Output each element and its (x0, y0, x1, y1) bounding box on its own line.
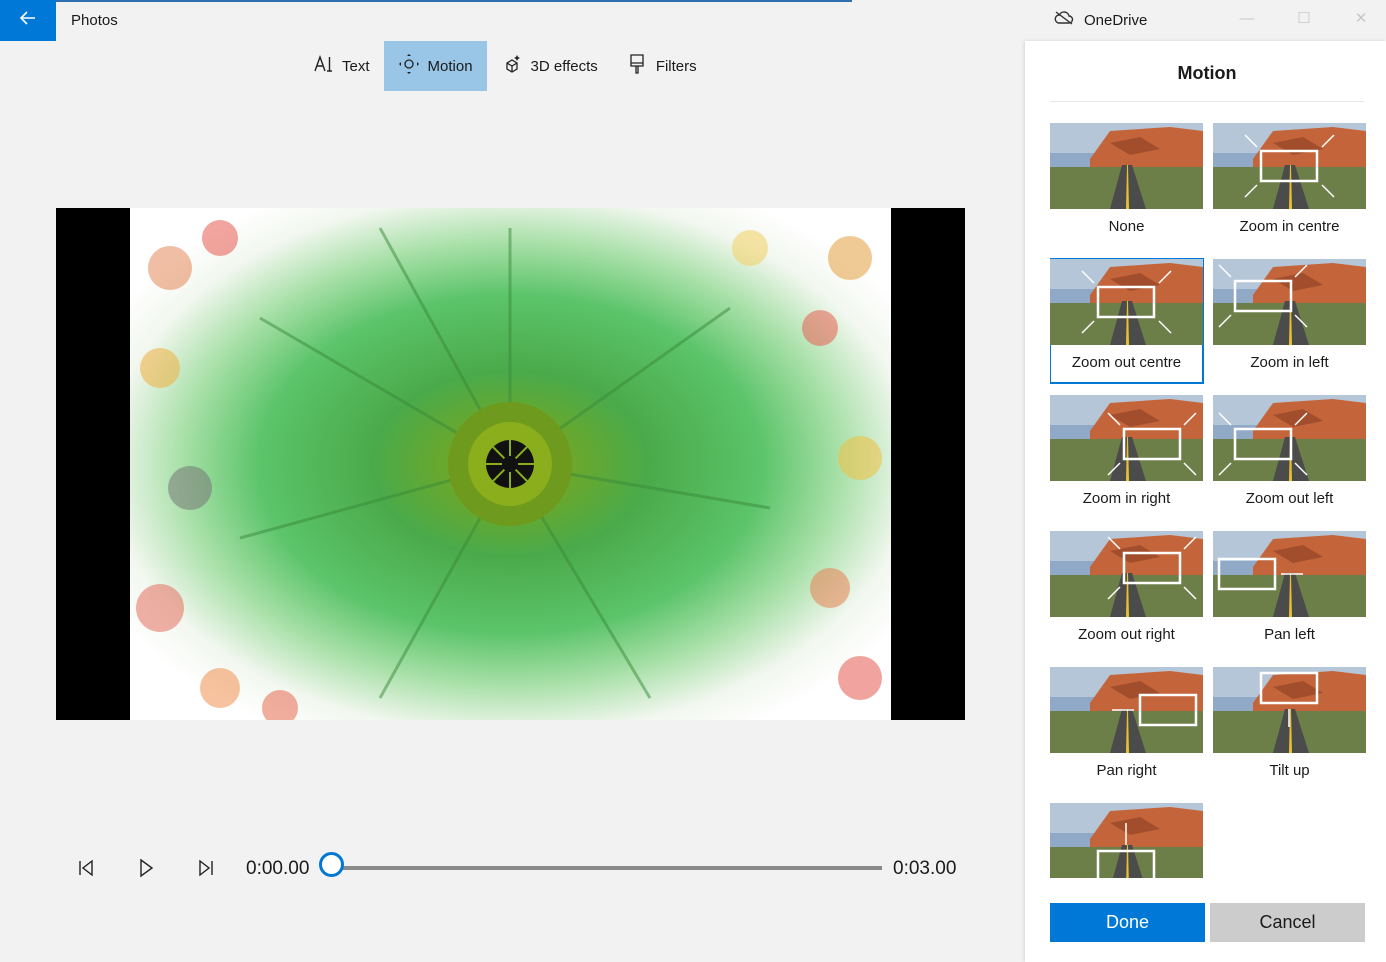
motion-option-label: Tilt up (1269, 762, 1310, 779)
motion-option-thumbnail (1213, 395, 1366, 481)
motion-option[interactable]: Pan left (1213, 531, 1366, 655)
filters-tab-label: Filters (655, 57, 697, 75)
motion-option-label: Zoom out centre (1071, 354, 1182, 371)
motion-option-label: None (1108, 218, 1145, 235)
motion-option-label: Zoom out left (1245, 490, 1334, 507)
motion-option-label: Pan right (1096, 762, 1157, 779)
play-button[interactable] (134, 856, 158, 880)
motion-option-label: Pan left (1264, 626, 1315, 643)
app-title: Photos (71, 12, 118, 29)
motion-option-thumbnail (1213, 259, 1366, 345)
motion-option[interactable]: Zoom out left (1213, 395, 1366, 519)
motion-option-thumbnail (1213, 667, 1366, 753)
motion-option-thumbnail (1050, 667, 1203, 753)
onedrive-status[interactable]: OneDrive (1054, 10, 1147, 30)
filters-tab[interactable]: Filters (612, 41, 711, 91)
panel-title: Motion (1177, 63, 1237, 83)
maximize-button[interactable]: ☐ (1295, 10, 1313, 28)
seek-thumb[interactable] (319, 852, 344, 877)
motion-option-thumbnail (1050, 123, 1203, 209)
panel-divider (1050, 101, 1364, 102)
motion-option-label: Zoom in left (1250, 354, 1329, 371)
text-tab-label: Text (342, 57, 370, 75)
video-preview (56, 208, 965, 720)
filters-icon (626, 53, 648, 79)
motion-panel: Motion None Zoom in centre Zoom out centre… (1025, 41, 1386, 962)
next-frame-button[interactable] (194, 856, 218, 880)
motion-option-thumbnail (1050, 395, 1203, 481)
current-time: 0:00.00 (246, 858, 310, 879)
motion-option[interactable]: Pan right (1050, 667, 1203, 791)
motion-option-thumbnail (1213, 123, 1366, 209)
arrow-left-icon (19, 9, 37, 32)
motion-option-thumbnail (1050, 803, 1203, 878)
onedrive-label: OneDrive (1084, 11, 1148, 29)
back-button[interactable] (0, 0, 56, 41)
motion-option[interactable]: Zoom in right (1050, 395, 1203, 519)
cancel-button[interactable]: Cancel (1210, 903, 1365, 942)
motion-option[interactable]: Zoom in left (1213, 259, 1366, 383)
cloud-offline-icon (1054, 10, 1074, 30)
motion-tab[interactable]: Motion (383, 41, 487, 91)
motion-icon (398, 53, 420, 79)
motion-option[interactable]: Zoom in centre (1213, 123, 1366, 247)
motion-option-label: Zoom in right (1082, 490, 1171, 507)
3d-effects-icon (501, 53, 523, 79)
previous-frame-button[interactable] (74, 856, 98, 880)
motion-option[interactable] (1050, 803, 1203, 878)
motion-option[interactable]: None (1050, 123, 1203, 247)
3d-effects-tab[interactable]: 3D effects (487, 41, 612, 91)
motion-option[interactable]: Zoom out right (1050, 531, 1203, 655)
motion-option[interactable]: Zoom out centre (1050, 258, 1204, 384)
motion-options-grid: None Zoom in centre Zoom out centre Zoom in… (1050, 123, 1367, 878)
minimize-button[interactable]: — (1238, 10, 1256, 28)
motion-option-label: Zoom out right (1078, 626, 1175, 643)
motion-option-thumbnail (1050, 259, 1203, 345)
edit-toolbar: Text Motion 3D effects Filters (298, 41, 711, 91)
loading-bar (56, 0, 852, 2)
playback-controls: 0:00.00 0:03.00 (0, 840, 1000, 896)
close-button[interactable]: ✕ (1352, 10, 1370, 28)
motion-option-thumbnail (1213, 531, 1366, 617)
motion-tab-label: Motion (427, 57, 473, 75)
total-time: 0:03.00 (893, 858, 957, 879)
motion-option-label: Zoom in centre (1239, 218, 1340, 235)
seek-track[interactable] (334, 866, 882, 870)
motion-option[interactable]: Tilt up (1213, 667, 1366, 791)
title-bar: Photos OneDrive — ☐ ✕ (0, 0, 1386, 41)
3d-effects-tab-label: 3D effects (530, 57, 598, 75)
text-icon (312, 53, 334, 79)
done-button[interactable]: Done (1050, 903, 1205, 942)
text-tab[interactable]: Text (298, 41, 384, 91)
motion-option-thumbnail (1050, 531, 1203, 617)
preview-image (130, 208, 891, 720)
